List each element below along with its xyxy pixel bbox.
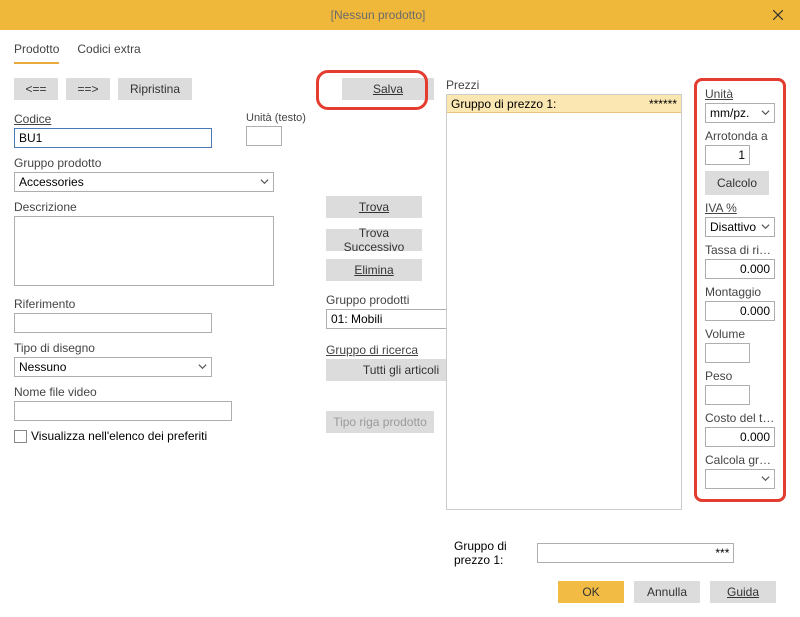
price-group-footer-label: Gruppo di prezzo 1: (454, 539, 527, 567)
chevron-down-icon (761, 472, 770, 486)
transport-cost-input[interactable] (705, 427, 775, 447)
tab-extra-codes[interactable]: Codici extra (77, 40, 140, 64)
prices-list: Gruppo di prezzo 1: ****** (446, 94, 682, 510)
next-button[interactable]: ==> (66, 78, 110, 100)
window-title: [Nessun prodotto] (0, 8, 756, 22)
save-button[interactable]: Salva (342, 78, 434, 100)
unit-value: mm/pz. (710, 106, 749, 120)
description-textarea[interactable] (14, 216, 274, 286)
calc-button[interactable]: Calcolo (705, 171, 769, 195)
product-group-select[interactable]: Accessories (14, 172, 274, 192)
product-group-value: Accessories (19, 175, 84, 189)
find-button[interactable]: Trova (326, 196, 422, 218)
product-group-label: Gruppo prodotto (14, 156, 274, 170)
volume-input[interactable] (705, 343, 750, 363)
row-type-button: Tipo riga prodotto (326, 411, 434, 433)
tab-bar: Prodotto Codici extra (14, 40, 786, 64)
unit-select[interactable]: mm/pz. (705, 103, 775, 123)
products-group-value: 01: Mobili (331, 312, 382, 326)
transport-cost-label: Costo del tra… (705, 411, 775, 425)
ok-button[interactable]: OK (558, 581, 624, 603)
code-label: Codice (14, 112, 212, 126)
recycle-tax-label: Tassa di ricic… (705, 243, 775, 257)
reset-button[interactable]: Ripristina (118, 78, 192, 100)
prev-button[interactable]: <== (14, 78, 58, 100)
weight-label: Peso (705, 369, 775, 383)
close-button[interactable] (756, 0, 800, 30)
unit-text-input[interactable] (246, 126, 282, 146)
chevron-down-icon (761, 106, 770, 120)
assembly-input[interactable] (705, 301, 775, 321)
help-button[interactable]: Guida (710, 581, 776, 603)
drawing-type-label: Tipo di disegno (14, 341, 212, 355)
price-group-row-value: ****** (649, 97, 677, 111)
find-next-button[interactable]: Trova Successivo (326, 229, 422, 251)
vat-select[interactable]: Disattivo (705, 217, 775, 237)
cancel-button[interactable]: Annulla (634, 581, 700, 603)
calc-group-label: Calcola gruppo (705, 453, 775, 467)
title-bar: [Nessun prodotto] (0, 0, 800, 30)
calc-group-select[interactable] (705, 469, 775, 489)
video-file-label: Nome file video (14, 385, 232, 399)
delete-button[interactable]: Elimina (326, 259, 422, 281)
chevron-down-icon (260, 175, 269, 189)
chevron-down-icon (198, 360, 207, 374)
reference-label: Riferimento (14, 297, 212, 311)
recycle-tax-input[interactable] (705, 259, 775, 279)
assembly-label: Montaggio (705, 285, 775, 299)
unit-text-label: Unità (testo) (246, 112, 282, 124)
drawing-type-value: Nessuno (19, 360, 66, 374)
weight-input[interactable] (705, 385, 750, 405)
close-icon (773, 10, 783, 20)
tab-product[interactable]: Prodotto (14, 40, 59, 64)
video-file-input[interactable] (14, 401, 232, 421)
price-group-row[interactable]: Gruppo di prezzo 1: ****** (447, 95, 681, 113)
chevron-down-icon (761, 220, 770, 234)
footer-buttons: OK Annulla Guida (558, 581, 776, 603)
favorites-checkbox[interactable] (14, 430, 27, 443)
vat-label: IVA % (705, 201, 775, 215)
vat-value: Disattivo (710, 220, 756, 234)
unit-label: Unità (705, 87, 775, 101)
code-input[interactable] (14, 128, 212, 148)
prices-label: Prezzi (446, 78, 682, 92)
description-label: Descrizione (14, 200, 274, 214)
favorites-label: Visualizza nell'elenco dei preferiti (31, 429, 207, 443)
price-group-row-label: Gruppo di prezzo 1: (451, 97, 556, 111)
products-group-label: Gruppo prodotti (326, 293, 434, 307)
reference-input[interactable] (14, 313, 212, 333)
price-group-footer-input[interactable] (537, 543, 734, 563)
round-label: Arrotonda a (705, 129, 775, 143)
price-group-footer: Gruppo di prezzo 1: (454, 539, 734, 567)
search-group-label: Gruppo di ricerca (326, 343, 434, 357)
unit-panel: Unità mm/pz. Arrotonda a Calcolo IVA % (694, 78, 786, 502)
drawing-type-select[interactable]: Nessuno (14, 357, 212, 377)
volume-label: Volume (705, 327, 775, 341)
round-input[interactable] (705, 145, 750, 165)
